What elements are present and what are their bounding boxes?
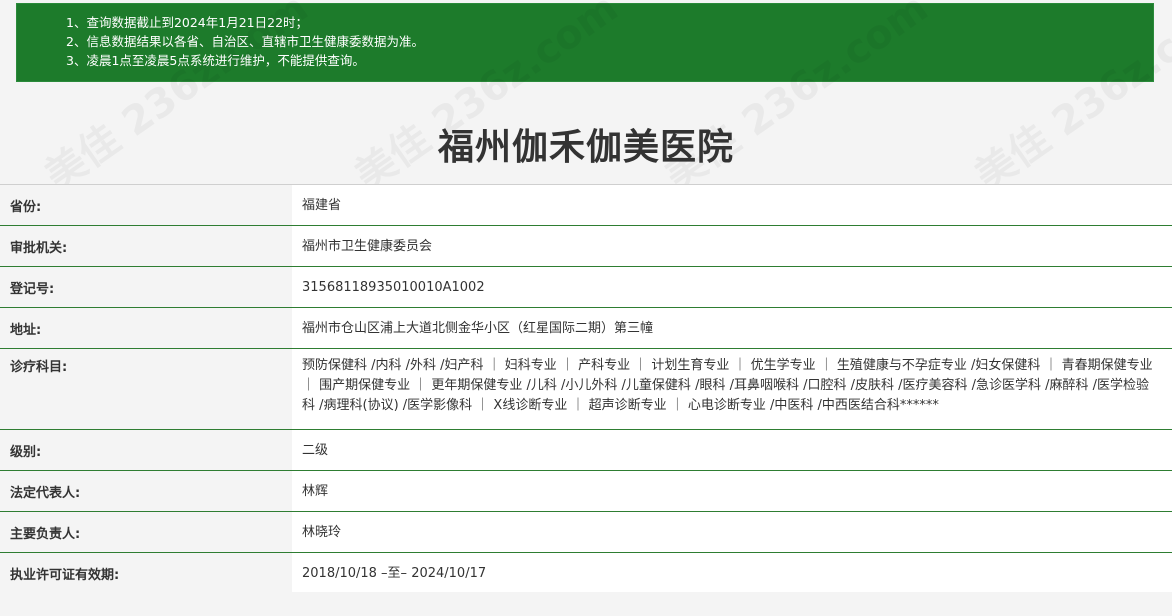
row-value: 二级 [292, 430, 1172, 470]
row-value: 2018/10/18 –至– 2024/10/17 [292, 553, 1172, 592]
notice-line-3: 3、凌晨1点至凌晨5点系统进行维护，不能提供查询。 [66, 53, 365, 68]
row-value: 福州市仓山区浦上大道北侧金华小区（红星国际二期）第三幢 [292, 308, 1172, 348]
row-label: 执业许可证有效期: [0, 553, 292, 592]
row-value: 预防保健科 /内科 /外科 /妇产科 ｜ 妇科专业 ｜ 产科专业 ｜ 计划生育专… [292, 349, 1172, 429]
notice-banner: 1、查询数据截止到2024年1月21日22时； 2、信息数据结果以各省、自治区、… [16, 3, 1154, 82]
row-label: 级别: [0, 430, 292, 470]
page-title: 福州伽禾伽美医院 [437, 127, 734, 168]
row-label: 审批机关: [0, 226, 292, 266]
table-row: 登记号: 31568118935010010A1002 [0, 266, 1172, 307]
table-row: 地址: 福州市仓山区浦上大道北侧金华小区（红星国际二期）第三幢 [0, 307, 1172, 348]
table-row: 级别: 二级 [0, 429, 1172, 470]
notice-line-1: 1、查询数据截止到2024年1月21日22时； [66, 15, 309, 30]
row-value: 31568118935010010A1002 [292, 267, 1172, 307]
row-value: 福州市卫生健康委员会 [292, 226, 1172, 266]
row-label: 地址: [0, 308, 292, 348]
table-row: 审批机关: 福州市卫生健康委员会 [0, 225, 1172, 266]
table-row: 诊疗科目: 预防保健科 /内科 /外科 /妇产科 ｜ 妇科专业 ｜ 产科专业 ｜… [0, 348, 1172, 429]
table-row: 主要负责人: 林晓玲 [0, 511, 1172, 552]
row-label: 省份: [0, 185, 292, 225]
row-value: 福建省 [292, 185, 1172, 225]
hospital-info-table: 省份: 福建省 审批机关: 福州市卫生健康委员会 登记号: 3156811893… [0, 184, 1172, 592]
row-label: 登记号: [0, 267, 292, 307]
row-label: 诊疗科目: [0, 349, 292, 429]
table-row: 执业许可证有效期: 2018/10/18 –至– 2024/10/17 [0, 552, 1172, 592]
notice-line-2: 2、信息数据结果以各省、自治区、直辖市卫生健康委数据为准。 [66, 34, 424, 49]
row-label: 法定代表人: [0, 471, 292, 511]
table-row: 法定代表人: 林辉 [0, 470, 1172, 511]
row-label: 主要负责人: [0, 512, 292, 552]
table-row: 省份: 福建省 [0, 184, 1172, 225]
row-value: 林辉 [292, 471, 1172, 511]
row-value: 林晓玲 [292, 512, 1172, 552]
